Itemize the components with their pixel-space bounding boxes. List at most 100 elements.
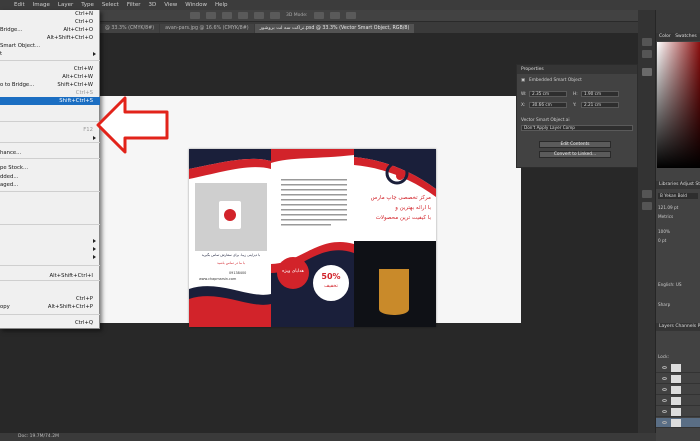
layer-row[interactable] <box>656 363 700 373</box>
file-menu-item[interactable]: Alt+Shift+Ctrl+I <box>0 272 100 280</box>
tab-document-2[interactable]: avan-pars.jpg @ 16.6% (CMYK/8#) <box>160 24 254 33</box>
brochure-headline: مرکز تخصصی چاپ مارس <box>370 195 431 201</box>
convert-to-linked-button[interactable]: Convert to Linked... <box>539 151 611 158</box>
file-menu-item[interactable]: Ctrl+S <box>0 89 100 97</box>
visibility-eye-icon[interactable] <box>662 388 667 391</box>
file-menu-item[interactable] <box>0 245 100 253</box>
edit-contents-button[interactable]: Edit Contents <box>539 141 611 148</box>
file-menu-item[interactable]: Ctrl+P <box>0 295 100 303</box>
x-field[interactable]: 30.66 cm <box>529 102 567 108</box>
visibility-eye-icon[interactable] <box>662 421 667 424</box>
layer-thumbnail <box>671 375 681 383</box>
align-center-icon[interactable] <box>206 12 216 19</box>
align-left-icon[interactable] <box>190 12 200 19</box>
visibility-eye-icon[interactable] <box>662 377 667 380</box>
file-menu-item[interactable]: Smart Object... <box>0 42 100 50</box>
menu-window[interactable]: Window <box>181 2 211 8</box>
align-middle-icon[interactable] <box>254 12 264 19</box>
brochure-gift-badge: هدایای ویژه <box>282 269 304 274</box>
actions-icon[interactable] <box>642 50 652 58</box>
file-menu-item-label: o to Bridge... <box>0 82 35 88</box>
tab-swatches[interactable]: Swatches <box>675 34 697 39</box>
menu-layer[interactable]: Layer <box>54 2 77 8</box>
layers-header[interactable]: Layers Channels Paths <box>656 323 700 331</box>
tab-color[interactable]: Color <box>659 34 671 39</box>
file-menu-item[interactable]: Ctrl+O <box>0 18 100 26</box>
menu-view[interactable]: View <box>160 2 181 8</box>
menu-filter[interactable]: Filter <box>123 2 145 8</box>
align-top-icon[interactable] <box>238 12 248 19</box>
file-menu-item[interactable]: pe Stock... <box>0 164 100 172</box>
language-select[interactable]: English: US <box>658 282 698 288</box>
paragraph-icon[interactable] <box>642 202 652 210</box>
file-menu-item[interactable]: opy Alt+Shift+Ctrl+P <box>0 303 100 311</box>
layer-thumbnail <box>671 386 681 394</box>
history-icon[interactable] <box>642 38 652 46</box>
file-menu-item[interactable] <box>0 134 100 142</box>
menu-edit[interactable]: Edit <box>10 2 29 8</box>
file-menu-item[interactable]: hance... <box>0 149 100 157</box>
font-size-field[interactable]: 121.09 pt <box>658 205 698 211</box>
file-menu-item[interactable]: Alt+Shift+Ctrl+O <box>0 34 100 42</box>
layer-row[interactable] <box>656 407 700 417</box>
tab-document-1[interactable]: @ 33.3% (CMYK/8#) <box>100 24 160 33</box>
file-menu-item[interactable]: Shift+Ctrl+S <box>0 97 100 105</box>
file-menu-item[interactable] <box>0 253 100 261</box>
layer-row[interactable] <box>656 374 700 384</box>
width-field[interactable]: 2.35 cm <box>529 91 567 97</box>
file-menu-item[interactable]: Ctrl+W <box>0 65 100 73</box>
file-menu-item-label: Smart Object... <box>0 43 41 49</box>
status-bar: Doc: 19.7M/74.2M <box>0 433 656 441</box>
file-menu-item[interactable]: Ctrl+Q <box>0 319 100 327</box>
menu-3d[interactable]: 3D <box>144 2 160 8</box>
visibility-eye-icon[interactable] <box>662 410 667 413</box>
height-field[interactable]: 1.90 cm <box>581 91 619 97</box>
file-menu-item[interactable] <box>0 196 100 204</box>
3d-rotate-icon[interactable] <box>313 12 324 19</box>
file-menu-item-shortcut: Alt+Shift+Ctrl+I <box>49 273 93 279</box>
color-picker-field[interactable] <box>657 42 700 168</box>
file-menu-item-label: pe Stock... <box>0 165 29 171</box>
font-family-select[interactable]: B Yekan Bold <box>658 193 698 199</box>
y-field[interactable]: 2.21 cm <box>581 102 619 108</box>
layer-comp-select[interactable]: Don't Apply Layer Comp <box>521 125 633 131</box>
file-menu-item[interactable]: o to Bridge... Shift+Ctrl+W <box>0 81 100 89</box>
libraries-header[interactable]: Libraries Adjust Styles <box>656 181 700 189</box>
file-menu-item-label: Bridge... <box>0 27 23 33</box>
file-menu-item[interactable]: Alt+Ctrl+W <box>0 73 100 81</box>
visibility-eye-icon[interactable] <box>662 366 667 369</box>
file-menu-item[interactable]: Bridge... Alt+Ctrl+O <box>0 26 100 34</box>
file-menu-item[interactable]: dded... <box>0 173 100 181</box>
vertical-scale-field[interactable]: 100% <box>658 229 698 235</box>
align-bottom-icon[interactable] <box>270 12 280 19</box>
file-menu-item[interactable]: aged... <box>0 181 100 189</box>
menu-help[interactable]: Help <box>211 2 232 8</box>
visibility-eye-icon[interactable] <box>662 399 667 402</box>
vector-smart-object-label: Vector Smart Object.ai <box>521 118 570 123</box>
layer-row-selected[interactable] <box>656 418 700 428</box>
file-menu-item[interactable]: Ctrl+N <box>0 10 100 18</box>
brochure-subline-2: با کیفیت ترین محصولات <box>375 215 431 221</box>
character-icon[interactable] <box>642 190 652 198</box>
properties-title[interactable]: Properties <box>517 65 637 74</box>
layer-row[interactable] <box>656 396 700 406</box>
menu-image[interactable]: Image <box>29 2 54 8</box>
layer-row[interactable] <box>656 385 700 395</box>
brochure-artwork <box>189 149 436 327</box>
tab-document-active[interactable]: تراکت سه لت بروشور.psd @ 33.3% (Vector S… <box>254 24 415 33</box>
baseline-shift-field[interactable]: 0 pt <box>658 238 698 244</box>
properties-icon[interactable] <box>642 68 652 76</box>
menu-type[interactable]: Type <box>77 2 98 8</box>
kerning-select[interactable]: Metrics <box>658 214 698 220</box>
submenu-arrow-icon <box>93 51 96 56</box>
menu-bar: Edit Image Layer Type Select Filter 3D V… <box>0 0 700 10</box>
file-menu-item[interactable]: F12 <box>0 126 100 134</box>
3d-pan-icon[interactable] <box>345 12 356 19</box>
file-menu-item[interactable]: t <box>0 50 100 58</box>
3d-roll-icon[interactable] <box>329 12 340 19</box>
brochure-document[interactable]: مرکز تخصصی چاپ مارس با ارائه بهترین و با… <box>189 149 436 327</box>
file-menu-item[interactable] <box>0 237 100 245</box>
align-right-icon[interactable] <box>222 12 232 19</box>
menu-select[interactable]: Select <box>98 2 123 8</box>
anti-alias-select[interactable]: Sharp <box>658 302 698 308</box>
